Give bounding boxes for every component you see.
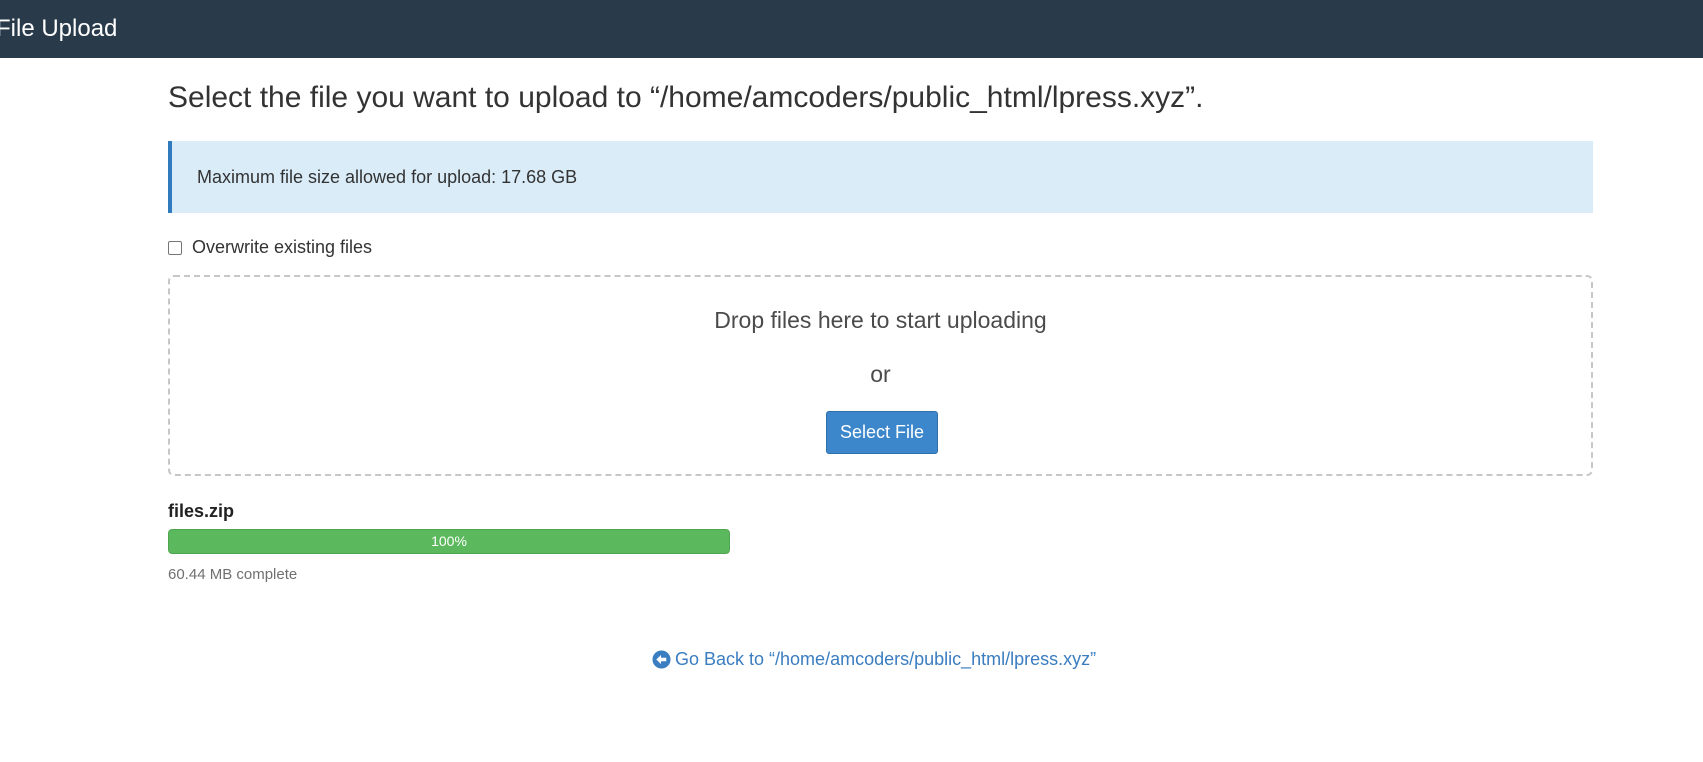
or-separator: or bbox=[870, 361, 891, 387]
uploaded-file-name: files.zip bbox=[168, 501, 235, 521]
select-file-button[interactable]: Select File bbox=[826, 411, 938, 454]
overwrite-label[interactable]: Overwrite existing files bbox=[192, 237, 372, 258]
upload-progress-label: 100% bbox=[431, 533, 467, 549]
circle-arrow-left-icon bbox=[652, 650, 671, 669]
file-dropzone[interactable]: Drop files here to start uploading or Se… bbox=[168, 275, 1593, 476]
header-title: File Upload bbox=[0, 15, 118, 42]
top-header-bar: File Upload bbox=[0, 0, 1703, 58]
upload-progress-bar: 100% bbox=[168, 529, 730, 554]
upload-status: 60.44 MB complete bbox=[168, 566, 298, 583]
overwrite-checkbox[interactable] bbox=[168, 241, 182, 255]
drop-instructions: Drop files here to start uploading bbox=[714, 307, 1047, 333]
go-back-link[interactable]: Go Back to “/home/amcoders/public_html/l… bbox=[652, 649, 1096, 670]
alert-text: Maximum file size allowed for upload: 17… bbox=[197, 167, 578, 187]
go-back-label[interactable]: Go Back to “/home/amcoders/public_html/l… bbox=[675, 649, 1096, 670]
page-title: Select the file you want to upload to “/… bbox=[168, 81, 1204, 114]
max-size-alert: Maximum file size allowed for upload: 17… bbox=[168, 141, 1593, 213]
overwrite-option: Overwrite existing files bbox=[168, 235, 372, 259]
